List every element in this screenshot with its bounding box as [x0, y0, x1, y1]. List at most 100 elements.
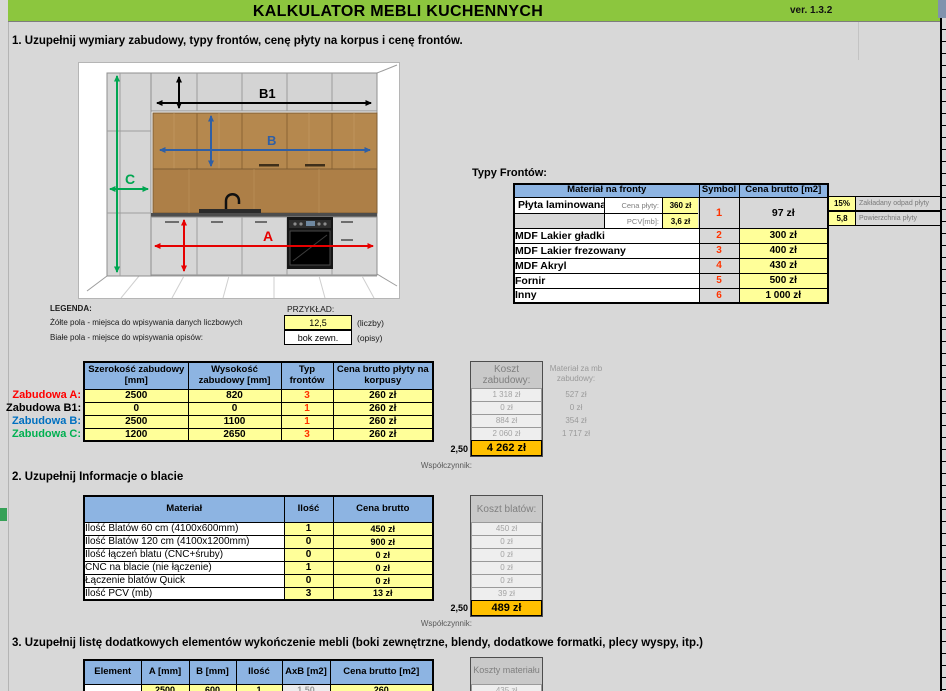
surface-input[interactable]: 5,8 — [828, 211, 856, 226]
worktop-row-qty[interactable]: 1 — [284, 561, 333, 574]
per-mb-value: 1 717 zł — [545, 429, 607, 439]
worktop-row-name[interactable]: Łączenie blatów Quick — [84, 574, 284, 587]
build-b1-type[interactable]: 1 — [281, 402, 333, 415]
build-col-height: Wysokość zabudowy [mm] — [188, 362, 281, 389]
worktop-row-price[interactable]: 450 zł — [333, 522, 433, 535]
worktop-row-name[interactable]: Ilość Blatów 60 cm (4100x600mm) — [84, 522, 284, 535]
worktop-row-qty[interactable]: 0 — [284, 548, 333, 561]
build-c-width[interactable]: 1200 — [84, 428, 188, 441]
worktop-row-price[interactable]: 900 zł — [333, 535, 433, 548]
worktop-row-price[interactable]: 0 zł — [333, 548, 433, 561]
oven — [287, 217, 333, 269]
build-cost-header: Koszt zabudowy: — [471, 362, 542, 388]
build-cost-value: 2 060 zł — [471, 427, 542, 440]
worktop-row-qty[interactable]: 0 — [284, 574, 333, 587]
worktop-row-price[interactable]: 0 zł — [333, 561, 433, 574]
extras-row-element[interactable] — [84, 684, 141, 691]
fronts-row-price[interactable]: 300 zł — [739, 228, 828, 243]
fronts-row-price[interactable]: 1 000 zł — [739, 288, 828, 303]
fronts-table: Materiał na fronty Symbol Cena brutto [m… — [513, 183, 829, 304]
extras-cost-box: Koszty materiału 435 zł — [470, 657, 543, 691]
worktop-row-qty[interactable]: 3 — [284, 587, 333, 600]
worktop-cost-value: 0 zł — [471, 535, 542, 548]
extras-row-a[interactable]: 2500 — [141, 684, 189, 691]
build-col-type: Typ frontów — [281, 362, 333, 389]
fronts-row-name[interactable]: MDF Akryl — [514, 258, 699, 273]
worktop-factor-label: Współczynnik: — [400, 619, 472, 628]
worktop-cost-value: 0 zł — [471, 574, 542, 587]
worktop-col-price: Cena brutto — [333, 496, 433, 522]
extras-row-price[interactable]: 260 — [330, 684, 433, 691]
fronts-row-name[interactable]: MDF Lakier gładki — [514, 228, 699, 243]
example-number-note: (liczby) — [357, 318, 384, 328]
build-c-price[interactable]: 260 zł — [333, 428, 433, 441]
wood-backsplash — [153, 169, 377, 213]
worktop-cost-total: 489 zł — [471, 600, 542, 616]
fronts-row-symbol: 5 — [699, 273, 739, 288]
worktop-cost-header: Koszt blatów: — [471, 496, 542, 522]
build-b-type[interactable]: 1 — [281, 415, 333, 428]
fronts-laminate-name[interactable]: Płyta laminowana — [515, 198, 604, 213]
section-1-title: 1. Uzupełnij wymiary zabudowy, typy fron… — [12, 35, 463, 47]
legend-title: LEGENDA: — [50, 304, 92, 313]
worktop-cost-value: 450 zł — [471, 522, 542, 535]
worktop-row-name[interactable]: Ilość łączeń blatu (CNC+śruby) — [84, 548, 284, 561]
build-b-height[interactable]: 1100 — [188, 415, 281, 428]
app-title: KALKULATOR MEBLI KUCHENNYCH — [8, 3, 788, 21]
worktop-row-name[interactable]: CNC na blacie (nie łączenie) — [84, 561, 284, 574]
extras-col-a: A [mm] — [141, 660, 189, 684]
fronts-row-name-inny[interactable]: Inny — [514, 288, 699, 303]
fronts-laminate-pcv-input[interactable]: 3,6 zł — [662, 213, 698, 228]
fronts-laminate-price-input[interactable]: 360 zł — [662, 198, 698, 213]
extras-table: Element A [mm] B [mm] Ilość AxB [m2] Cen… — [83, 659, 434, 691]
extras-row-b[interactable]: 600 — [189, 684, 236, 691]
worktop-cost-box: Koszt blatów: 450 zł 0 zł 0 zł 0 zł 0 zł… — [470, 495, 543, 617]
worktop-row-name[interactable]: Ilość PCV (mb) — [84, 587, 284, 600]
worktop-row-name[interactable]: Ilość Blatów 120 cm (4100x1200mm) — [84, 535, 284, 548]
fronts-row-price[interactable]: 430 zł — [739, 258, 828, 273]
per-mb-value: 354 zł — [545, 416, 607, 426]
build-a-type[interactable]: 3 — [281, 389, 333, 402]
extras-row-qty[interactable]: 1 — [236, 684, 282, 691]
worktop-row-price[interactable]: 0 zł — [333, 574, 433, 587]
build-b1-price[interactable]: 260 zł — [333, 402, 433, 415]
fronts-row-price[interactable]: 400 zł — [739, 243, 828, 258]
worktop-row-price[interactable]: 13 zł — [333, 587, 433, 600]
build-b-price[interactable]: 260 zł — [333, 415, 433, 428]
left-edge-cell — [0, 508, 7, 521]
fronts-row-name[interactable]: Fornir — [514, 273, 699, 288]
fronts-row-price[interactable]: 500 zł — [739, 273, 828, 288]
extras-col-qty: Ilość — [236, 660, 282, 684]
build-cost-box: Koszt zabudowy: 1 318 zł 0 zł 884 zł 2 0… — [470, 361, 543, 457]
cabinet-handle — [305, 164, 325, 167]
worktop-cost-value: 0 zł — [471, 561, 542, 574]
dim-c-label: C — [125, 171, 135, 187]
build-cost-total: 4 262 zł — [471, 440, 542, 456]
example-text-note: (opisy) — [357, 333, 383, 343]
build-a-price[interactable]: 260 zł — [333, 389, 433, 402]
extras-row-axb: 1,50 — [282, 684, 330, 691]
build-cost-value: 884 zł — [471, 414, 542, 427]
worktop-table: Materiał Ilość Cena brutto Ilość Blatów … — [83, 495, 434, 601]
build-b1-width[interactable]: 0 — [84, 402, 188, 415]
build-c-type[interactable]: 3 — [281, 428, 333, 441]
build-b-width[interactable]: 2500 — [84, 415, 188, 428]
build-b1-height[interactable]: 0 — [188, 402, 281, 415]
per-mb-header: Materiał za mb zabudowy: — [545, 364, 607, 384]
fronts-row-symbol: 6 — [699, 288, 739, 303]
waste-percent-input[interactable]: 15% — [828, 196, 856, 211]
dim-b1-label: B1 — [259, 86, 276, 101]
build-cost-value: 0 zł — [471, 401, 542, 414]
fronts-laminate-price-m2: 97 zł — [739, 197, 828, 228]
fronts-table-title: Typy Frontów: — [472, 167, 547, 179]
fronts-row-symbol: 4 — [699, 258, 739, 273]
worktop-row-qty[interactable]: 1 — [284, 522, 333, 535]
fronts-row-symbol: 3 — [699, 243, 739, 258]
column-gridline — [858, 22, 859, 60]
worktop-row-qty[interactable]: 0 — [284, 535, 333, 548]
build-a-height[interactable]: 820 — [188, 389, 281, 402]
fronts-col-price: Cena brutto [m2] — [739, 184, 828, 197]
fronts-row-name[interactable]: MDF Lakier frezowany — [514, 243, 699, 258]
build-c-height[interactable]: 2650 — [188, 428, 281, 441]
build-a-width[interactable]: 2500 — [84, 389, 188, 402]
